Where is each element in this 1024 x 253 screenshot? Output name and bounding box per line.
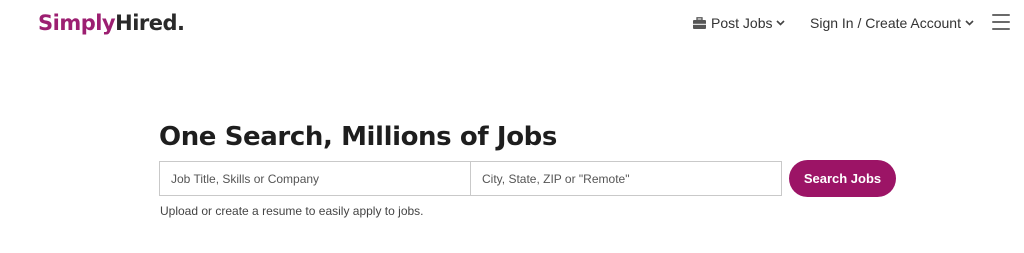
job-title-search-input[interactable] <box>159 161 471 196</box>
upload-resume-link[interactable]: Upload <box>160 204 198 218</box>
chevron-down-icon <box>776 20 786 26</box>
page-headline: One Search, Millions of Jobs <box>159 122 557 152</box>
signin-create-account-menu[interactable]: Sign In / Create Account <box>810 13 974 33</box>
menu-bar <box>992 14 1010 16</box>
resume-helper-text: Upload or create a resume to easily appl… <box>160 204 424 218</box>
chevron-down-icon <box>965 20 974 26</box>
location-search-input[interactable] <box>471 161 782 196</box>
logo[interactable]: SimplyHired. <box>38 9 185 37</box>
signin-label: Sign In / Create Account <box>810 15 961 31</box>
helper-suffix-text: to easily apply to jobs. <box>302 204 424 218</box>
menu-bar <box>992 28 1010 30</box>
logo-hired: Hired. <box>115 11 185 35</box>
hamburger-menu-icon[interactable] <box>992 14 1010 30</box>
logo-simply: Simply <box>38 11 116 35</box>
post-jobs-menu[interactable]: Post Jobs <box>693 13 786 33</box>
menu-bar <box>992 21 1010 23</box>
briefcase-icon <box>693 17 706 29</box>
search-jobs-button[interactable]: Search Jobs <box>789 160 896 197</box>
page: SimplyHired. Post Jobs Sign In / Create … <box>0 0 1024 253</box>
helper-or-text: or <box>198 204 216 218</box>
post-jobs-label: Post Jobs <box>711 15 773 31</box>
create-resume-link[interactable]: create a resume <box>215 204 302 218</box>
